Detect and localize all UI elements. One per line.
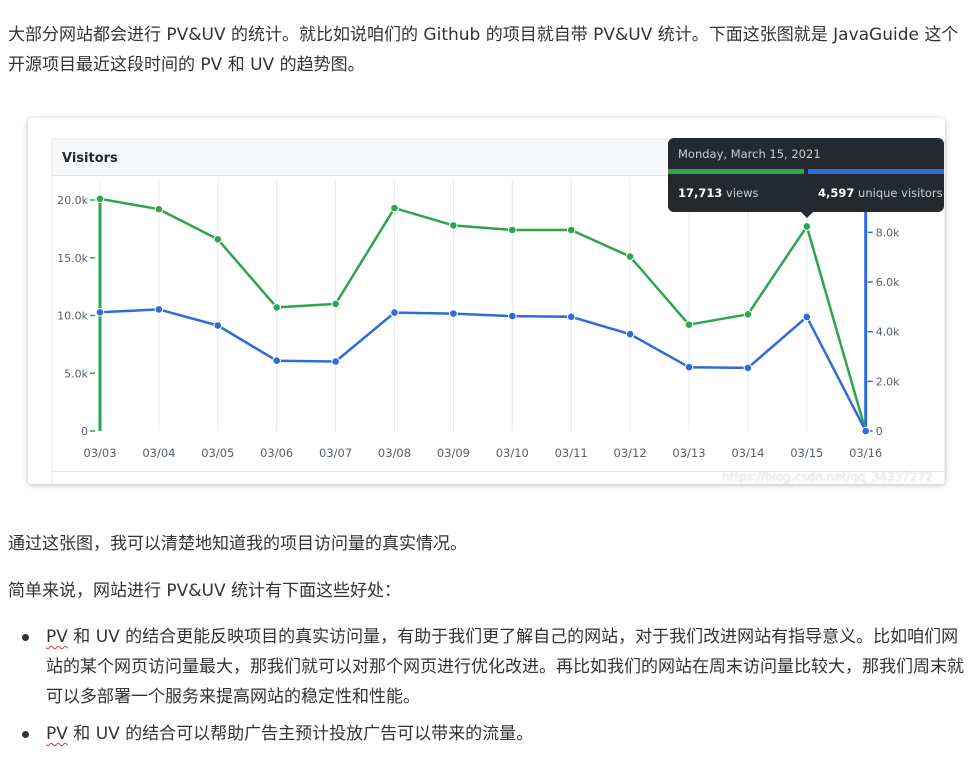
x-tick-label: 03/13 <box>672 446 705 460</box>
x-tick-label: 03/16 <box>849 446 882 460</box>
list-item-text: 和 UV 的结合更能反映项目的真实访问量，有助于我们更了解自己的网站，对于我们改… <box>46 627 964 707</box>
right-tick-label: 4.0k <box>876 326 900 339</box>
right-tick-label: 2.0k <box>876 375 900 388</box>
x-tick-label: 03/14 <box>731 446 764 460</box>
data-point <box>449 221 458 230</box>
bullet-icon <box>22 731 29 738</box>
spellcheck-word: PV <box>46 627 68 647</box>
tooltip-views-value: 17,713 <box>678 186 723 200</box>
x-tick-label: 03/06 <box>260 446 293 460</box>
x-tick-label: 03/15 <box>790 446 823 460</box>
data-point <box>743 310 753 319</box>
tooltip-date: Monday, March 15, 2021 <box>678 147 821 161</box>
chart-title: Visitors <box>62 151 118 166</box>
data-point <box>95 308 105 317</box>
data-point <box>625 329 635 339</box>
data-point <box>213 321 223 330</box>
right-tick-label: 8.0k <box>876 226 900 239</box>
list-item: PV 和 UV 的结合可以帮助广告主预计投放广告可以带来的流量。 <box>0 719 975 749</box>
data-point <box>508 311 517 321</box>
x-tick-label: 03/12 <box>614 446 647 460</box>
tooltip-views-label: views <box>726 186 759 200</box>
spellcheck-word: PV <box>46 724 68 744</box>
tooltip-uv: 4,597 unique visitors <box>818 186 943 200</box>
summary-paragraph: 通过这张图，我可以清楚地知道我的项目访问量的真实情况。 <box>8 534 467 554</box>
data-point <box>566 312 576 322</box>
data-point <box>566 225 576 235</box>
x-tick-label: 03/04 <box>142 446 175 460</box>
data-point <box>449 309 458 318</box>
data-point <box>625 252 635 261</box>
left-tick-label: 0 <box>81 425 88 438</box>
bullet-icon <box>22 634 29 641</box>
left-tick-label: 5.0k <box>64 367 88 380</box>
left-tick-label: 10.0k <box>57 310 88 323</box>
visitors-chart-image: Visitors 0 5.0k 10.0k 15.0k 20.0k 0 2.0k 4.0k 6.0… <box>28 118 945 484</box>
data-point <box>331 299 340 309</box>
x-tick-label: 03/11 <box>555 446 588 460</box>
benefits-intro-paragraph: 简单来说，网站进行 PV&UV 统计有下面这些好处： <box>8 581 402 601</box>
data-point <box>390 308 399 317</box>
tooltip-views-bar <box>668 169 804 174</box>
tooltip-arrow <box>801 212 813 218</box>
data-point <box>508 225 517 235</box>
chart-tooltip: Monday, March 15, 2021 17,713 views 4,59… <box>668 138 944 218</box>
data-point <box>684 362 694 372</box>
tooltip-views: 17,713 views <box>678 186 759 200</box>
data-point <box>743 363 753 373</box>
x-tick-label: 03/08 <box>378 446 411 460</box>
data-point <box>272 356 281 365</box>
data-point <box>861 426 871 436</box>
data-point <box>154 204 164 214</box>
tooltip-uv-label: unique visitors <box>858 186 943 200</box>
watermark: https://blog.csdn.net/qq_34337272 <box>722 470 933 484</box>
tooltip-uv-value: 4,597 <box>818 186 855 200</box>
intro-paragraph: 大部分网站都会进行 PV&UV 的统计。就比如说咱们的 Github 的项目就自… <box>8 25 959 75</box>
data-point <box>331 357 340 366</box>
data-point <box>802 222 812 231</box>
x-tick-label: 03/03 <box>83 446 116 460</box>
x-tick-label: 03/09 <box>437 446 470 460</box>
data-point <box>802 312 812 322</box>
right-tick-label: 0 <box>876 425 883 438</box>
left-tick-label: 15.0k <box>57 252 88 265</box>
data-point <box>272 303 281 312</box>
x-tick-label: 03/07 <box>319 446 352 460</box>
x-tick-label: 03/05 <box>201 446 234 460</box>
right-tick-label: 6.0k <box>876 276 900 289</box>
data-point <box>213 235 223 244</box>
left-tick-label: 20.0k <box>57 194 88 207</box>
data-point <box>684 320 694 329</box>
benefits-list: PV 和 UV 的结合更能反映项目的真实访问量，有助于我们更了解自己的网站，对于… <box>0 622 975 756</box>
x-tick-label: 03/10 <box>496 446 529 460</box>
data-point <box>95 194 105 204</box>
data-point <box>390 203 399 213</box>
data-point <box>154 305 164 314</box>
tooltip-uv-bar <box>808 169 944 174</box>
list-item: PV 和 UV 的结合更能反映项目的真实访问量，有助于我们更了解自己的网站，对于… <box>0 622 975 712</box>
list-item-text: 和 UV 的结合可以帮助广告主预计投放广告可以带来的流量。 <box>67 724 534 744</box>
